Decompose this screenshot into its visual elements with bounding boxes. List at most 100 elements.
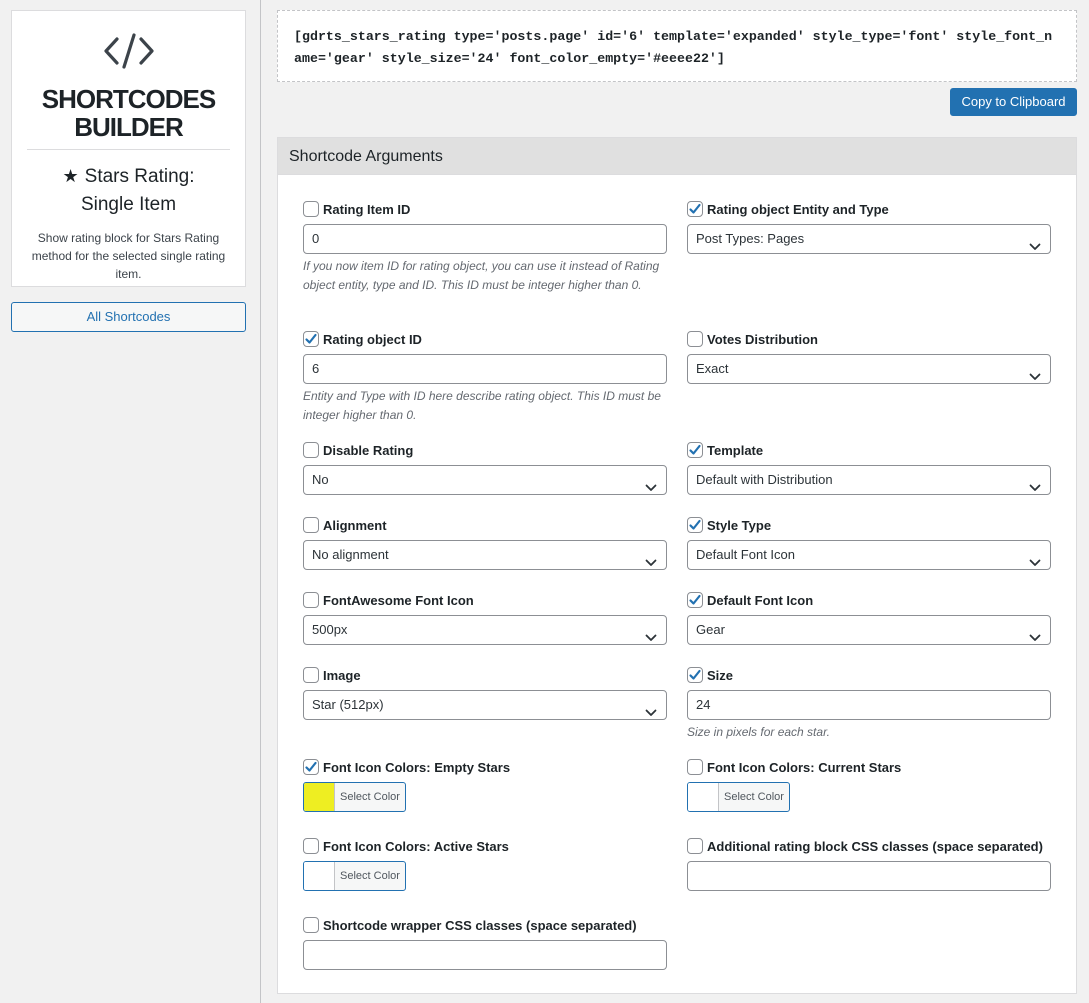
chevron-down-icon: [1029, 234, 1041, 262]
checkmark-icon: [689, 444, 701, 455]
field-color-current: Font Icon Colors: Current Stars Select C…: [687, 758, 1051, 812]
rating-object-id-checkbox[interactable]: [303, 331, 319, 347]
select-value: No: [312, 472, 329, 487]
css-classes-input[interactable]: [687, 861, 1051, 891]
color-empty-checkbox[interactable]: [303, 759, 319, 775]
field-label: Disable Rating: [323, 442, 414, 458]
shortcode-name-line2: Single Item: [80, 194, 177, 215]
shortcode-description: Show rating block for Stars Rating metho…: [31, 231, 226, 281]
shortcode-name-line1: Stars Rating:: [84, 166, 195, 187]
select-color-label: Select Color: [724, 791, 784, 803]
select-color-label: Select Color: [340, 870, 400, 882]
size-input[interactable]: 24: [687, 690, 1051, 720]
field-disable-rating: Disable Rating No: [303, 441, 667, 495]
field-rating-object-id: Rating object ID 6 Entity and Type with …: [303, 330, 667, 425]
default-font-icon-select[interactable]: Gear: [687, 615, 1051, 645]
alignment-checkbox[interactable]: [303, 517, 319, 533]
chevron-down-icon: [645, 625, 657, 653]
field-default-font-icon: Default Font Icon Gear: [687, 591, 1051, 645]
field-color-empty: Font Icon Colors: Empty Stars Select Col…: [303, 758, 667, 812]
votes-distribution-select[interactable]: Exact: [687, 354, 1051, 384]
chevron-down-icon: [1029, 364, 1041, 392]
fontawesome-icon-checkbox[interactable]: [303, 592, 319, 608]
field-hint: Entity and Type with ID here describe ra…: [303, 389, 661, 422]
field-fontawesome-icon: FontAwesome Font Icon 500px: [303, 591, 667, 645]
shortcode-info-card: SHORTCODES BUILDER ★ Stars Rating: Single…: [11, 10, 246, 287]
field-entity-type: Rating object Entity and Type Post Types…: [687, 200, 1051, 254]
field-rating-item-id: Rating Item ID 0 If you now item ID for …: [303, 200, 667, 295]
field-wrapper-classes: Shortcode wrapper CSS classes (space sep…: [303, 916, 667, 970]
style-type-checkbox[interactable]: [687, 517, 703, 533]
field-label: Image: [323, 667, 361, 683]
checkmark-icon: [689, 519, 701, 530]
field-alignment: Alignment No alignment: [303, 516, 667, 570]
css-classes-checkbox[interactable]: [687, 838, 703, 854]
color-active-picker-button[interactable]: Select Color: [303, 861, 406, 891]
color-active-checkbox[interactable]: [303, 838, 319, 854]
shortcode-arguments-panel: Shortcode Arguments Rating Item ID 0 If …: [277, 137, 1077, 994]
field-template: Template Default with Distribution: [687, 441, 1051, 495]
field-votes-distribution: Votes Distribution Exact: [687, 330, 1051, 384]
field-size: Size 24 Size in pixels for each star.: [687, 666, 1051, 742]
size-checkbox[interactable]: [687, 667, 703, 683]
copy-to-clipboard-button[interactable]: Copy to Clipboard: [950, 88, 1077, 116]
color-current-picker-button[interactable]: Select Color: [687, 782, 790, 812]
logo-title-line1: SHORTCODES: [41, 84, 216, 114]
chevron-down-icon: [645, 550, 657, 578]
entity-type-checkbox[interactable]: [687, 201, 703, 217]
rating-item-id-checkbox[interactable]: [303, 201, 319, 217]
field-label: Shortcode wrapper CSS classes (space sep…: [323, 917, 637, 933]
field-hint: If you now item ID for rating object, yo…: [303, 259, 660, 292]
field-color-active: Font Icon Colors: Active Stars Select Co…: [303, 837, 667, 891]
color-swatch: [304, 862, 335, 890]
chevron-down-icon: [1029, 550, 1041, 578]
template-checkbox[interactable]: [687, 442, 703, 458]
wrapper-classes-checkbox[interactable]: [303, 917, 319, 933]
field-label: Template: [707, 442, 764, 458]
select-value: No alignment: [312, 547, 389, 562]
field-style-type: Style Type Default Font Icon: [687, 516, 1051, 570]
disable-rating-checkbox[interactable]: [303, 442, 319, 458]
checkmark-icon: [689, 594, 701, 605]
disable-rating-select[interactable]: No: [303, 465, 667, 495]
all-shortcodes-button[interactable]: All Shortcodes: [11, 302, 246, 332]
chevron-down-icon: [645, 475, 657, 503]
chevron-down-icon: [645, 700, 657, 728]
field-label: Font Icon Colors: Empty Stars: [323, 759, 511, 775]
field-hint: Size in pixels for each star.: [687, 725, 830, 739]
chevron-down-icon: [1029, 475, 1041, 503]
default-font-icon-checkbox[interactable]: [687, 592, 703, 608]
alignment-select[interactable]: No alignment: [303, 540, 667, 570]
field-label: Alignment: [323, 517, 387, 533]
rating-item-id-input[interactable]: 0: [303, 224, 667, 254]
sidebar: SHORTCODES BUILDER ★ Stars Rating: Single…: [0, 0, 261, 1003]
wrapper-classes-input[interactable]: [303, 940, 667, 970]
field-label: Default Font Icon: [707, 592, 814, 608]
logo-title-line2: BUILDER: [74, 112, 184, 142]
entity-type-select[interactable]: Post Types: Pages: [687, 224, 1051, 254]
field-label: Style Type: [707, 517, 772, 533]
color-swatch: [304, 783, 335, 811]
field-label: Font Icon Colors: Current Stars: [707, 759, 902, 775]
template-select[interactable]: Default with Distribution: [687, 465, 1051, 495]
checkmark-icon: [689, 669, 701, 680]
field-label: Votes Distribution: [707, 331, 818, 347]
field-image: Image Star (512px): [303, 666, 667, 720]
select-value: Gear: [696, 622, 725, 637]
color-current-checkbox[interactable]: [687, 759, 703, 775]
votes-distribution-checkbox[interactable]: [687, 331, 703, 347]
select-value: 500px: [312, 622, 348, 637]
rating-object-id-input[interactable]: 6: [303, 354, 667, 384]
field-label: Font Icon Colors: Active Stars: [323, 838, 509, 854]
logo-title: SHORTCODES BUILDER: [12, 85, 245, 141]
field-css-classes: Additional rating block CSS classes (spa…: [687, 837, 1051, 891]
fontawesome-icon-select[interactable]: 500px: [303, 615, 667, 645]
image-select[interactable]: Star (512px): [303, 690, 667, 720]
style-type-select[interactable]: Default Font Icon: [687, 540, 1051, 570]
color-empty-picker-button[interactable]: Select Color: [303, 782, 406, 812]
field-label: Rating object Entity and Type: [707, 201, 889, 217]
panel-title: Shortcode Arguments: [278, 138, 1076, 175]
shortcode-output[interactable]: [gdrts_stars_rating type='posts.page' id…: [277, 10, 1077, 82]
chevron-down-icon: [1029, 625, 1041, 653]
image-checkbox[interactable]: [303, 667, 319, 683]
